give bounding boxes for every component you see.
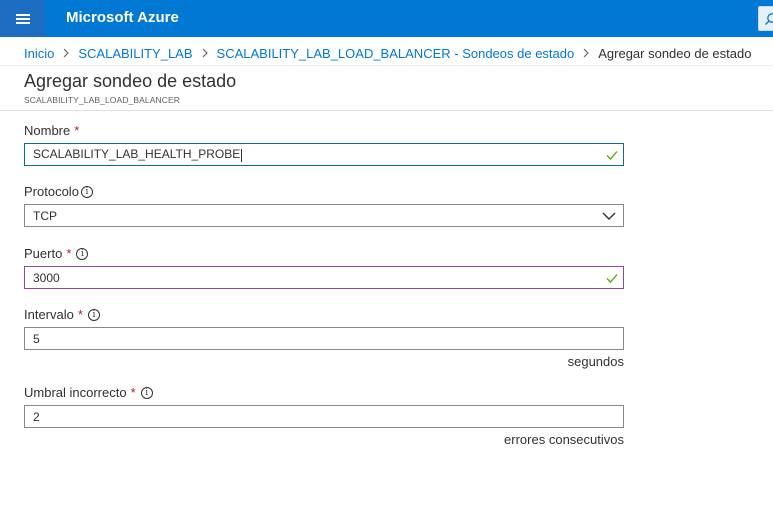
port-label-text: Puerto	[24, 246, 63, 261]
top-bar: Microsoft Azure	[0, 0, 773, 37]
threshold-unit: errores consecutivos	[504, 432, 624, 447]
breadcrumb-home[interactable]: Inicio	[24, 46, 54, 61]
search-icon	[765, 13, 773, 25]
chevron-right-icon	[202, 48, 208, 58]
threshold-input-value: 2	[33, 409, 40, 424]
checkmark-icon	[606, 274, 618, 283]
breadcrumb: Inicio SCALABILITY_LAB SCALABILITY_LAB_L…	[24, 45, 751, 61]
required-marker: *	[130, 385, 136, 400]
protocol-label: Protocolo i	[24, 184, 93, 199]
name-label-text: Nombre	[24, 123, 71, 138]
protocol-select[interactable]: TCP	[24, 204, 624, 227]
info-icon[interactable]: i	[80, 185, 93, 198]
protocol-label-text: Protocolo	[24, 184, 79, 199]
hamburger-icon	[15, 13, 30, 24]
name-input-value: SCALABILITY_LAB_HEALTH_PROBE	[33, 147, 241, 162]
info-icon[interactable]: i	[87, 308, 100, 321]
interval-label: Intervalo * i	[24, 307, 100, 322]
info-icon[interactable]: i	[140, 386, 153, 399]
interval-label-text: Intervalo	[24, 307, 74, 322]
checkmark-icon	[606, 151, 618, 160]
header-divider	[0, 110, 773, 111]
search-button[interactable]	[758, 6, 773, 31]
breadcrumb-resource-group[interactable]: SCALABILITY_LAB	[78, 46, 192, 61]
page-title: Agregar sondeo de estado	[24, 71, 237, 91]
text-cursor	[241, 148, 243, 162]
chevron-down-icon	[602, 212, 616, 220]
port-input-value: 3000	[33, 270, 60, 285]
port-label: Puerto * i	[24, 246, 89, 261]
name-label: Nombre *	[24, 123, 79, 138]
threshold-label-text: Umbral incorrecto	[24, 385, 127, 400]
interval-input[interactable]: 5	[24, 327, 624, 350]
required-marker: *	[66, 246, 72, 261]
info-icon[interactable]: i	[76, 247, 89, 260]
breadcrumb-divider	[0, 65, 773, 66]
required-marker: *	[77, 307, 83, 322]
interval-input-value: 5	[33, 331, 40, 346]
chevron-right-icon	[63, 48, 70, 58]
port-input[interactable]: 3000	[24, 266, 624, 289]
breadcrumb-current: Agregar sondeo de estado	[598, 45, 752, 61]
name-input[interactable]: SCALABILITY_LAB_HEALTH_PROBE	[24, 143, 624, 166]
threshold-input[interactable]: 2	[24, 405, 624, 428]
required-marker: *	[74, 123, 80, 138]
interval-unit: segundos	[567, 354, 624, 369]
threshold-label: Umbral incorrecto * i	[24, 385, 153, 400]
brand-title[interactable]: Microsoft Azure	[66, 9, 179, 26]
page-subtitle: SCALABILITY_LAB_LOAD_BALANCER	[24, 95, 180, 105]
protocol-select-value: TCP	[33, 208, 57, 223]
chevron-right-icon	[583, 48, 590, 58]
breadcrumb-health-probes[interactable]: SCALABILITY_LAB_LOAD_BALANCER - Sondeos …	[217, 46, 575, 61]
hamburger-menu-button[interactable]	[0, 0, 45, 37]
